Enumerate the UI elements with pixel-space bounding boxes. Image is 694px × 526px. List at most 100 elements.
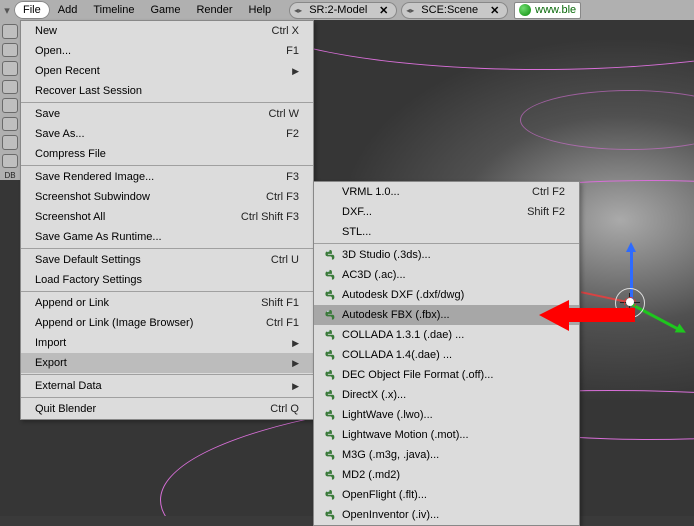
panel-button[interactable] — [2, 117, 18, 132]
menu-item-label: Screenshot Subwindow — [35, 191, 150, 203]
submenu-caret-icon: ▶ — [292, 66, 299, 77]
panel-button[interactable] — [2, 43, 18, 58]
mesh-wire — [520, 90, 694, 150]
globe-icon — [519, 4, 531, 16]
header-collapse-icon[interactable]: ▾ — [2, 5, 12, 15]
menu-item-label: COLLADA 1.3.1 (.dae) ... — [342, 329, 565, 341]
menu-item-load-factory-settings[interactable]: Load Factory Settings — [21, 270, 313, 290]
panel-button[interactable] — [2, 154, 18, 169]
menu-item-label: DEC Object File Format (.off)... — [342, 369, 565, 381]
menu-item-open-recent[interactable]: Open Recent▶ — [21, 61, 313, 81]
menu-item-label: Recover Last Session — [35, 85, 142, 97]
menu-game[interactable]: Game — [142, 1, 188, 19]
menu-item-compress-file[interactable]: Compress File — [21, 144, 313, 164]
transform-gizmo[interactable] — [610, 280, 690, 360]
menu-timeline[interactable]: Timeline — [85, 1, 142, 19]
export-item-lightwave-motion-mot[interactable]: Lightwave Motion (.mot)... — [314, 425, 579, 445]
menu-item-append-or-link[interactable]: Append or LinkShift F1 — [21, 293, 313, 313]
menu-item-shortcut: Ctrl X — [272, 25, 300, 37]
menu-item-save-as[interactable]: Save As...F2 — [21, 124, 313, 144]
buttons-panel-strip: DB — [0, 20, 20, 180]
export-item-md2-md2[interactable]: MD2 (.md2) — [314, 465, 579, 485]
python-script-icon — [322, 348, 336, 362]
export-item-3d-studio-3ds[interactable]: 3D Studio (.3ds)... — [314, 245, 579, 265]
menu-item-shortcut: Ctrl Shift F3 — [241, 211, 299, 223]
menu-render[interactable]: Render — [188, 1, 240, 19]
python-script-icon — [322, 508, 336, 522]
export-item-autodesk-dxf-dxf-dwg[interactable]: Autodesk DXF (.dxf/dwg) — [314, 285, 579, 305]
export-item-dec-object-file-format-off[interactable]: DEC Object File Format (.off)... — [314, 365, 579, 385]
menu-item-label: M3G (.m3g, .java)... — [342, 449, 565, 461]
blank-icon — [322, 225, 336, 239]
menu-item-external-data[interactable]: External Data▶ — [21, 376, 313, 396]
python-script-icon — [322, 388, 336, 402]
menu-item-label: LightWave (.lwo)... — [342, 409, 565, 421]
menu-item-label: Compress File — [35, 148, 106, 160]
python-script-icon — [322, 408, 336, 422]
export-item-openinventor-iv[interactable]: OpenInventor (.iv)... — [314, 505, 579, 525]
menu-item-label: Export — [35, 357, 67, 369]
menu-item-save-rendered-image[interactable]: Save Rendered Image...F3 — [21, 167, 313, 187]
menu-separator — [21, 102, 313, 103]
export-item-collada-1-4-dae[interactable]: COLLADA 1.4(.dae) ... — [314, 345, 579, 365]
close-icon[interactable]: ✕ — [377, 4, 390, 17]
export-item-directx-x[interactable]: DirectX (.x)... — [314, 385, 579, 405]
export-item-m3g-m3g-java[interactable]: M3G (.m3g, .java)... — [314, 445, 579, 465]
menu-item-shortcut: F2 — [286, 128, 299, 140]
export-item-stl[interactable]: STL... — [314, 222, 579, 242]
menu-item-label: 3D Studio (.3ds)... — [342, 249, 565, 261]
panel-button[interactable] — [2, 98, 18, 113]
menu-item-open[interactable]: Open...F1 — [21, 41, 313, 61]
menu-item-screenshot-subwindow[interactable]: Screenshot SubwindowCtrl F3 — [21, 187, 313, 207]
menu-file[interactable]: File — [14, 1, 50, 19]
scene-selector[interactable]: ◂▸ SCE:Scene ✕ — [401, 2, 508, 19]
export-item-vrml-1-0[interactable]: VRML 1.0...Ctrl F2 — [314, 182, 579, 202]
python-script-icon — [322, 468, 336, 482]
submenu-caret-icon: ▶ — [292, 358, 299, 369]
menu-item-append-or-link-image-browser[interactable]: Append or Link (Image Browser)Ctrl F1 — [21, 313, 313, 333]
export-submenu: VRML 1.0...Ctrl F2DXF...Shift F2 STL... 3D… — [313, 181, 580, 526]
menu-item-quit-blender[interactable]: Quit Blender Ctrl Q — [21, 399, 313, 419]
export-item-collada-1-3-1-dae[interactable]: COLLADA 1.3.1 (.dae) ... — [314, 325, 579, 345]
menu-add[interactable]: Add — [50, 1, 86, 19]
url-field[interactable]: www.ble — [514, 2, 581, 19]
menu-item-save-game-as-runtime[interactable]: Save Game As Runtime... — [21, 227, 313, 247]
menu-item-shortcut: Shift F2 — [527, 206, 565, 218]
python-script-icon — [322, 328, 336, 342]
panel-button[interactable] — [2, 61, 18, 76]
python-script-icon — [322, 428, 336, 442]
menu-item-label: External Data — [35, 380, 102, 392]
panel-button[interactable] — [2, 80, 18, 95]
export-item-lightwave-lwo[interactable]: LightWave (.lwo)... — [314, 405, 579, 425]
menu-separator — [21, 374, 313, 375]
menu-item-export[interactable]: Export ▶ — [21, 353, 313, 373]
menu-item-recover-last-session[interactable]: Recover Last Session — [21, 81, 313, 101]
menu-item-screenshot-all[interactable]: Screenshot AllCtrl Shift F3 — [21, 207, 313, 227]
menu-item-shortcut: F1 — [286, 45, 299, 57]
panel-button[interactable] — [2, 24, 18, 39]
export-item-dxf[interactable]: DXF...Shift F2 — [314, 202, 579, 222]
panel-button[interactable] — [2, 135, 18, 150]
menu-item-label: STL... — [342, 226, 565, 238]
menu-item-label: AC3D (.ac)... — [342, 269, 565, 281]
gizmo-origin[interactable] — [626, 298, 634, 306]
export-item-autodesk-fbx-fbx[interactable]: Autodesk FBX (.fbx)... — [314, 305, 579, 325]
menu-item-import[interactable]: Import▶ — [21, 333, 313, 353]
export-item-ac3d-ac[interactable]: AC3D (.ac)... — [314, 265, 579, 285]
export-item-openflight-flt[interactable]: OpenFlight (.flt)... — [314, 485, 579, 505]
menu-item-label: Quit Blender — [35, 403, 96, 415]
python-script-icon — [322, 448, 336, 462]
menu-item-new[interactable]: NewCtrl X — [21, 21, 313, 41]
screen-selector[interactable]: ◂▸ SR:2-Model ✕ — [289, 2, 397, 19]
menu-item-shortcut: Ctrl W — [268, 108, 299, 120]
menu-separator — [21, 165, 313, 166]
menu-item-label: COLLADA 1.4(.dae) ... — [342, 349, 565, 361]
menu-item-save-default-settings[interactable]: Save Default SettingsCtrl U — [21, 250, 313, 270]
menu-item-label: Import — [35, 337, 66, 349]
menu-item-label: VRML 1.0... — [342, 186, 508, 198]
menu-help[interactable]: Help — [241, 1, 280, 19]
menu-item-shortcut: Ctrl Q — [270, 403, 299, 415]
close-icon[interactable]: ✕ — [488, 4, 501, 17]
menu-item-save[interactable]: SaveCtrl W — [21, 104, 313, 124]
blank-icon — [322, 205, 336, 219]
